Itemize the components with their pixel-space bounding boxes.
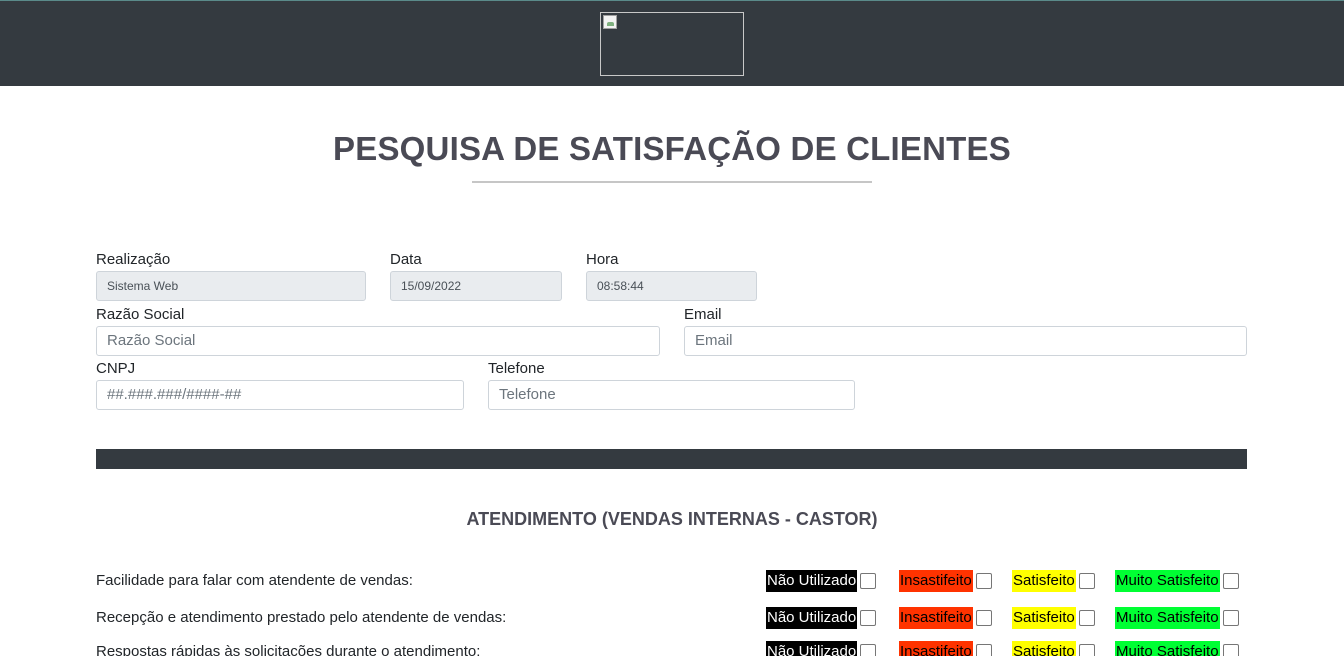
section-divider-bar [96,449,1247,469]
nao-utilizado-checkbox[interactable] [860,644,877,656]
razao-social-label: Razão Social [96,306,185,323]
cnpj-label: CNPJ [96,360,136,377]
realizacao-field: Sistema Web [96,271,366,301]
option-label: Insastifeito [899,607,973,629]
option-label: Satisfeito [1012,607,1076,629]
option-satisfeito[interactable]: Satisfeito [1012,607,1095,629]
option-label: Não Utilizado [766,607,858,629]
top-navbar [0,0,1344,86]
insatisfeito-checkbox[interactable] [975,644,992,656]
question-row: Recepção e atendimento prestado pelo ate… [96,607,1247,629]
section-title: ATENDIMENTO (VENDAS INTERNAS - CASTOR) [466,509,878,529]
option-muito-satisfeito[interactable]: Muito Satisfeito [1115,641,1239,656]
satisfeito-checkbox[interactable] [1078,644,1095,656]
title-divider [472,181,872,183]
option-label: Muito Satisfeito [1115,570,1220,592]
option-label: Não Utilizado [766,570,858,592]
option-label: Não Utilizado [766,641,858,656]
data-field: 15/09/2022 [390,271,562,301]
logo-image [600,12,744,76]
email-input[interactable]: Email [684,326,1247,356]
option-label: Satisfeito [1012,570,1076,592]
nao-utilizado-checkbox[interactable] [860,610,877,626]
telefone-input[interactable]: Telefone [488,380,855,410]
option-label: Satisfeito [1012,641,1076,656]
razao-social-input[interactable]: Razão Social [96,326,660,356]
insatisfeito-checkbox[interactable] [975,610,992,626]
option-insatisfeito[interactable]: Insastifeito [899,641,992,656]
muito-satisfeito-checkbox[interactable] [1222,573,1239,589]
page-title: PESQUISA DE SATISFAÇÃO DE CLIENTES [333,130,1011,167]
data-label: Data [390,251,422,268]
email-label: Email [684,306,722,323]
option-label: Insastifeito [899,570,973,592]
cnpj-input[interactable]: ##.###.###/####-## [96,380,464,410]
insatisfeito-checkbox[interactable] [975,573,992,589]
option-insatisfeito[interactable]: Insastifeito [899,570,992,592]
question-text: Facilidade para falar com atendente de v… [96,572,413,589]
question-row: Facilidade para falar com atendente de v… [96,570,1247,592]
muito-satisfeito-checkbox[interactable] [1222,610,1239,626]
question-text: Recepção e atendimento prestado pelo ate… [96,609,507,626]
satisfeito-checkbox[interactable] [1078,610,1095,626]
hora-field: 08:58:44 [586,271,757,301]
satisfeito-checkbox[interactable] [1078,573,1095,589]
option-nao-utilizado[interactable]: Não Utilizado [766,641,877,656]
option-muito-satisfeito[interactable]: Muito Satisfeito [1115,607,1239,629]
realizacao-label: Realização [96,251,171,268]
option-muito-satisfeito[interactable]: Muito Satisfeito [1115,570,1239,592]
option-nao-utilizado[interactable]: Não Utilizado [766,570,877,592]
option-satisfeito[interactable]: Satisfeito [1012,641,1095,656]
nao-utilizado-checkbox[interactable] [860,573,877,589]
telefone-label: Telefone [488,360,545,377]
question-row: Respostas rápidas às solicitações durant… [96,641,1247,656]
option-label: Insastifeito [899,641,973,656]
question-text: Respostas rápidas às solicitações durant… [96,643,481,656]
muito-satisfeito-checkbox[interactable] [1222,644,1239,656]
broken-image-icon [603,15,617,29]
option-label: Muito Satisfeito [1115,607,1220,629]
option-nao-utilizado[interactable]: Não Utilizado [766,607,877,629]
option-label: Muito Satisfeito [1115,641,1220,656]
option-insatisfeito[interactable]: Insastifeito [899,607,992,629]
hora-label: Hora [586,251,619,268]
option-satisfeito[interactable]: Satisfeito [1012,570,1095,592]
